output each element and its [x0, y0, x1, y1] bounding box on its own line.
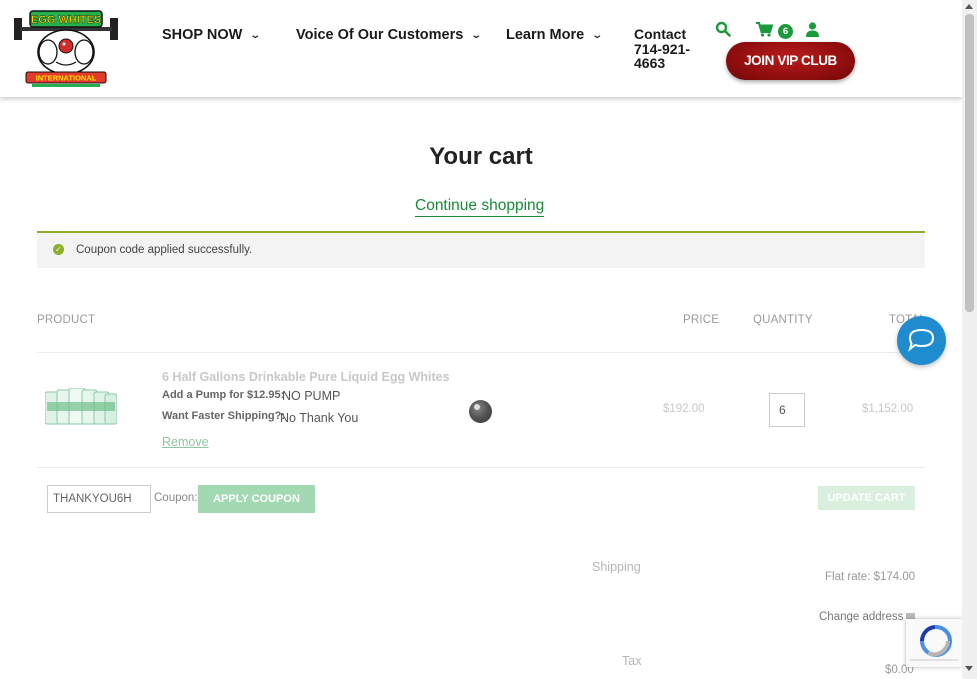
chat-bubble-icon: [908, 328, 935, 352]
nav-voice-of-customers[interactable]: Voice Of Our Customers ⌄: [296, 27, 483, 43]
contact-link[interactable]: Contact 714-921-4663: [634, 27, 702, 71]
recaptcha-icon: [910, 624, 958, 661]
search-icon[interactable]: [715, 21, 731, 37]
contact-label: Contact: [634, 26, 687, 42]
shipping-option-label: Want Faster Shipping?:: [162, 410, 286, 422]
product-name-link[interactable]: 6 Half Gallons Drinkable Pure Liquid Egg…: [162, 370, 450, 384]
svg-text:INTERNATIONAL: INTERNATIONAL: [36, 74, 97, 83]
join-vip-club-button[interactable]: JOIN VIP CLUB: [726, 42, 855, 80]
product-thumbnail[interactable]: [45, 388, 117, 428]
change-address-link[interactable]: Change address: [819, 611, 903, 623]
header-product: PRODUCT: [37, 314, 96, 326]
page-title: Your cart: [429, 143, 533, 170]
nav-learn-more[interactable]: Learn More ⌄: [506, 27, 604, 43]
svg-text:EGG WHITES: EGG WHITES: [31, 14, 101, 26]
pump-option-label: Add a Pump for $12.95:: [162, 389, 285, 401]
shipping-value: Flat rate: $174.00: [825, 571, 916, 583]
coupon-success-notice: ✓ Coupon code applied successfully.: [37, 231, 925, 268]
contact-phone[interactable]: 714-921-4663: [634, 41, 702, 71]
nav-voice-label: Voice Of Our Customers: [296, 27, 464, 43]
apply-coupon-button[interactable]: APPLY COUPON: [198, 485, 315, 513]
shipping-label: Shipping: [592, 560, 641, 574]
chevron-down-icon: ⌄: [591, 29, 604, 41]
update-cart-button[interactable]: UPDATE CART: [818, 486, 915, 510]
nav-shop-now-label: SHOP NOW: [162, 27, 243, 43]
scroll-up-arrow-icon[interactable]: [965, 4, 973, 9]
site-header: EGG WHITES INTERNATIONAL SHOP NOW ⌄ Voic…: [0, 0, 962, 97]
nav-shop-now[interactable]: SHOP NOW ⌄: [162, 27, 262, 43]
cart-count-badge: 6: [778, 24, 793, 39]
chevron-down-icon: ⌄: [470, 29, 483, 41]
continue-shopping-link[interactable]: Continue shopping: [415, 197, 545, 217]
table-divider: [37, 467, 925, 468]
check-circle-icon: ✓: [53, 244, 64, 255]
scroll-down-arrow-icon[interactable]: [965, 666, 973, 671]
pump-option-value: NO PUMP: [282, 389, 341, 403]
user-icon[interactable]: [806, 22, 819, 37]
chevron-down-icon: ⌄: [249, 29, 262, 41]
coupon-code-input[interactable]: [47, 485, 151, 513]
remove-item-link[interactable]: Remove: [162, 435, 209, 449]
loading-spinner-icon: [469, 400, 492, 423]
table-divider: [37, 352, 925, 353]
nav-learn-more-label: Learn More: [506, 27, 585, 43]
chat-widget-button[interactable]: [897, 316, 946, 365]
header-quantity: QUANTITY: [753, 314, 813, 326]
vertical-scrollbar[interactable]: [962, 0, 977, 679]
recaptcha-badge[interactable]: [906, 619, 962, 667]
scroll-thumb[interactable]: [965, 14, 974, 312]
quantity-input[interactable]: [769, 393, 805, 427]
tax-label: Tax: [622, 654, 642, 668]
shipping-option-value: No Thank You: [280, 411, 359, 425]
header-price: PRICE: [683, 314, 720, 326]
cart-icon[interactable]: [756, 22, 773, 37]
notice-message: Coupon code applied successfully.: [76, 244, 253, 256]
item-subtotal: $1,152.00: [862, 403, 914, 415]
item-price: $192.00: [663, 403, 705, 415]
egg-whites-logo[interactable]: EGG WHITES INTERNATIONAL: [12, 8, 120, 88]
coupon-label: Coupon:: [154, 492, 198, 504]
